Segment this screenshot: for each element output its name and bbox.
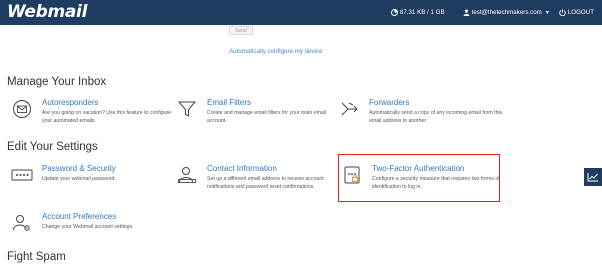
highlight-box [338, 154, 500, 202]
section-title-manage-inbox: Manage Your Inbox [7, 76, 107, 88]
forwarders-icon [338, 98, 360, 120]
logout-icon [559, 9, 566, 16]
account-preferences-link[interactable]: Account Preferences [42, 212, 116, 221]
section-title-edit-settings: Edit Your Settings [7, 141, 98, 153]
contact-information-description: Set up a different email address to rece… [207, 176, 324, 190]
disk-usage-icon [390, 9, 398, 16]
password-icon [11, 164, 33, 186]
top-bar: Webmail 87.31 KB / 1 GB test@thetechmake… [0, 0, 602, 25]
filter-icon [176, 98, 198, 120]
logout-label: LOGOUT [567, 9, 594, 16]
disk-usage-text: 87.31 KB / 1 GB [399, 9, 445, 16]
stats-tab-button[interactable] [584, 168, 602, 186]
contact-icon [176, 164, 198, 186]
password-security-description: Update your webmail password. [42, 176, 116, 182]
send-button[interactable]: Send [229, 26, 253, 35]
forwarders-link[interactable]: Forwarders [369, 98, 409, 107]
password-security-link[interactable]: Password & Security [42, 164, 116, 173]
autoresponder-icon [11, 98, 33, 120]
autoresponders-description: Are you going on vacation? Use this feat… [42, 110, 172, 124]
user-settings-icon [11, 212, 33, 234]
autoresponders-link[interactable]: Autoresponders [42, 98, 98, 107]
contact-information-link[interactable]: Contact Information [207, 164, 277, 173]
webmail-logo[interactable]: Webmail [7, 2, 87, 22]
user-menu[interactable]: test@thetechmakers.com ▾ [463, 9, 555, 16]
forwarders-description: Automatically send a copy of any incomin… [369, 110, 503, 124]
chevron-down-icon: ▾ [545, 10, 549, 16]
logout-button[interactable]: LOGOUT [559, 9, 594, 16]
user-icon [463, 9, 469, 16]
header-user-area: 87.31 KB / 1 GB test@thetechmakers.com ▾… [390, 0, 594, 25]
email-filters-link[interactable]: Email Filters [207, 98, 251, 107]
section-title-fight-spam: Fight Spam [7, 251, 66, 263]
auto-configure-link[interactable]: Automatically configure my device [229, 48, 323, 55]
account-preferences-description: Change your Webmail account settings. [42, 224, 134, 230]
chart-icon [587, 173, 598, 182]
disk-usage[interactable]: 87.31 KB / 1 GB [390, 9, 445, 16]
email-filters-description: Create and manage email filters for your… [207, 110, 327, 124]
user-email: test@thetechmakers.com [471, 9, 542, 16]
